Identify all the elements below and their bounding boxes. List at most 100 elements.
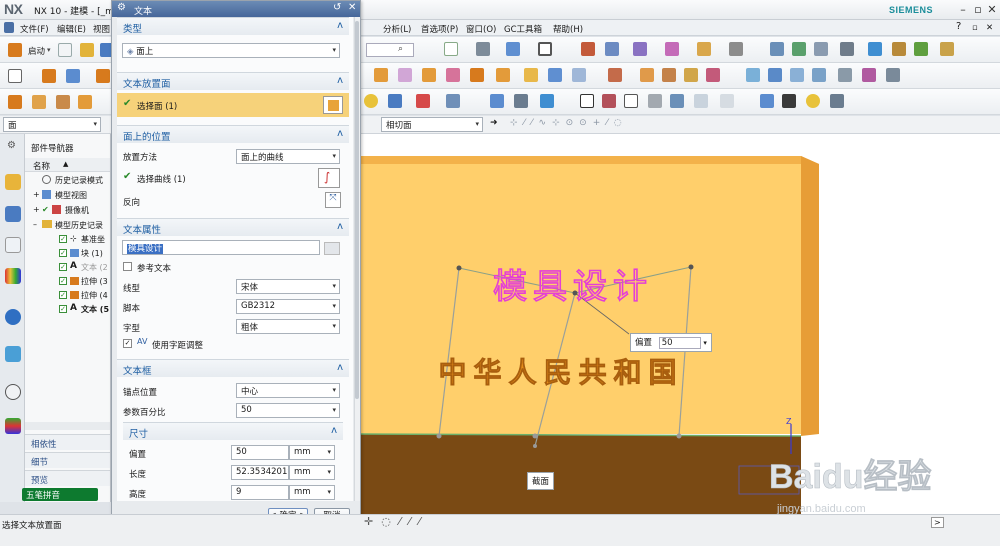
nav-item-extrude-3[interactable]: ✓ 拉伸 (3: [25, 276, 110, 287]
nav-item-model-history[interactable]: – 模型历史记录: [25, 220, 110, 231]
nav-item-cameras[interactable]: + ✔ 摄像机: [25, 205, 110, 216]
group-text-attributes[interactable]: 文本属性 ʌ: [117, 218, 349, 236]
hd3d-tools-icon[interactable]: [5, 309, 21, 325]
snap-arrow-icon[interactable]: ➜: [490, 118, 498, 128]
ime-toolbar[interactable]: 五笔拼音: [22, 488, 98, 501]
offset-unit-select[interactable]: mm ▾: [289, 445, 335, 460]
datum-plane-icon[interactable]: [8, 95, 22, 109]
select-curve-label[interactable]: 选择曲线 (1): [137, 173, 186, 185]
pen-icon[interactable]: [782, 94, 796, 108]
measure-distance-icon[interactable]: [581, 42, 595, 56]
offset-onscreen-input[interactable]: 偏置 50 ▾: [630, 333, 712, 352]
wcs-icon[interactable]: [446, 94, 460, 108]
transform-icon[interactable]: [540, 94, 554, 108]
start-dropdown-icon[interactable]: ▾: [47, 46, 51, 54]
studio-surface-icon[interactable]: [812, 68, 826, 82]
layer-icon[interactable]: [792, 42, 806, 56]
note-icon[interactable]: [648, 94, 662, 108]
render-style-icon[interactable]: [476, 42, 490, 56]
reverse-direction-button[interactable]: ⤧: [325, 192, 341, 208]
cone-icon[interactable]: [388, 94, 402, 108]
offset-tip-value[interactable]: 50: [658, 337, 701, 349]
section-dependencies[interactable]: 相依性: [25, 434, 110, 450]
mirror-feature-icon[interactable]: [572, 68, 586, 82]
section-details[interactable]: 细节: [25, 452, 110, 468]
ref-text-checkbox[interactable]: [123, 262, 132, 271]
group-position-on-face[interactable]: 面上的位置 ʌ: [117, 125, 349, 143]
close-icon[interactable]: ✕: [985, 3, 999, 16]
nx-menu-icon[interactable]: [4, 22, 14, 33]
extrude-icon[interactable]: [42, 69, 56, 83]
type-filter-select[interactable]: 面 ▾: [3, 117, 101, 132]
dialog-title-bar[interactable]: ⚙ 文本 ↺ ✕: [112, 1, 360, 17]
settings-gear-icon[interactable]: ⚙: [7, 140, 16, 151]
edge-blend-icon[interactable]: [374, 68, 388, 82]
scale-body-icon[interactable]: [684, 68, 698, 82]
select-curve-button[interactable]: ∫: [318, 168, 340, 188]
offset-input[interactable]: 50: [231, 445, 289, 460]
script-select[interactable]: GB2312 ▾: [236, 299, 340, 314]
unite-icon[interactable]: [422, 68, 436, 82]
reuse-library-icon[interactable]: [914, 42, 928, 56]
part-nav-icon[interactable]: [5, 237, 21, 253]
nav-item-text-5[interactable]: ✓ A 文本 (5: [25, 303, 110, 315]
dialog-close-icon[interactable]: ✕: [348, 2, 356, 13]
swept-icon[interactable]: [768, 68, 782, 82]
n-sided-surface-icon[interactable]: [790, 68, 804, 82]
hole-icon[interactable]: [940, 42, 954, 56]
menu-edit[interactable]: 编辑(E): [57, 23, 86, 35]
command-finder-input[interactable]: [366, 43, 414, 57]
background-icon[interactable]: [538, 42, 552, 56]
chevron-up-icon[interactable]: ʌ: [337, 20, 343, 31]
expand-status-icon[interactable]: >: [931, 517, 944, 528]
expand-icon[interactable]: +: [33, 190, 40, 199]
move-object-icon[interactable]: [490, 94, 504, 108]
surface-finish-icon[interactable]: [720, 94, 734, 108]
type-select[interactable]: ◈ 面上 ▾: [122, 43, 340, 58]
sketch-icon[interactable]: [8, 69, 22, 83]
sphere-icon[interactable]: [364, 94, 378, 108]
chevron-up-icon[interactable]: ʌ: [337, 221, 343, 232]
rotate-icon[interactable]: [514, 94, 528, 108]
linetype-select[interactable]: 宋体 ▾: [236, 279, 340, 294]
collapse-icon[interactable]: –: [33, 220, 37, 229]
reuse-library-nav-icon[interactable]: [5, 268, 21, 284]
nav-item-extrude-4[interactable]: ✓ 拉伸 (4: [25, 290, 110, 301]
reset-icon[interactable]: ↺: [333, 2, 341, 13]
new-file-icon[interactable]: [58, 43, 72, 57]
nav-item-text-2[interactable]: ✓ A 文本 (2: [25, 261, 110, 273]
text-input[interactable]: 模具设计: [122, 240, 320, 255]
param-pct-select[interactable]: 50 ▾: [236, 403, 340, 418]
table-note-icon[interactable]: [602, 94, 616, 108]
placement-method-select[interactable]: 面上的曲线 ▾: [236, 149, 340, 164]
layer-settings-icon[interactable]: [814, 42, 828, 56]
delete-body-icon[interactable]: [706, 68, 720, 82]
length-input[interactable]: 52.35342019: [231, 465, 289, 480]
through-curves-icon[interactable]: [746, 68, 760, 82]
dialog-gear-icon[interactable]: ⚙: [117, 2, 126, 13]
layer-visible-icon[interactable]: [840, 42, 854, 56]
system-materials-icon[interactable]: [5, 418, 21, 434]
nav-item-block[interactable]: ✓ 块 (1): [25, 248, 110, 259]
web-browser-icon[interactable]: [5, 346, 21, 362]
nav-item-history-mode[interactable]: 历史记录模式: [25, 175, 110, 186]
wave-icon[interactable]: [892, 42, 906, 56]
chevron-up-icon[interactable]: ʌ: [337, 362, 343, 373]
start-icon[interactable]: [8, 43, 22, 57]
visibility-checkbox[interactable]: ✓: [59, 305, 67, 313]
length-unit-select[interactable]: mm ▾: [289, 465, 335, 480]
sort-ascending-icon[interactable]: ▲: [63, 160, 68, 168]
curve-icon[interactable]: [838, 68, 852, 82]
kerning-checkbox[interactable]: ✓: [123, 339, 132, 348]
revolve-icon[interactable]: [66, 69, 80, 83]
menu-gc-toolbox[interactable]: GC工具箱: [504, 23, 542, 35]
section-view-icon[interactable]: [665, 42, 679, 56]
chevron-up-icon[interactable]: ʌ: [331, 425, 337, 436]
block-icon[interactable]: [96, 69, 110, 83]
search-icon[interactable]: ⌕: [398, 44, 403, 54]
subtract-icon[interactable]: [446, 68, 460, 82]
intersect-icon[interactable]: [470, 68, 484, 82]
minimize-icon[interactable]: –: [956, 3, 970, 16]
coin-icon[interactable]: [806, 94, 820, 108]
visibility-checkbox[interactable]: ✓: [59, 235, 67, 243]
